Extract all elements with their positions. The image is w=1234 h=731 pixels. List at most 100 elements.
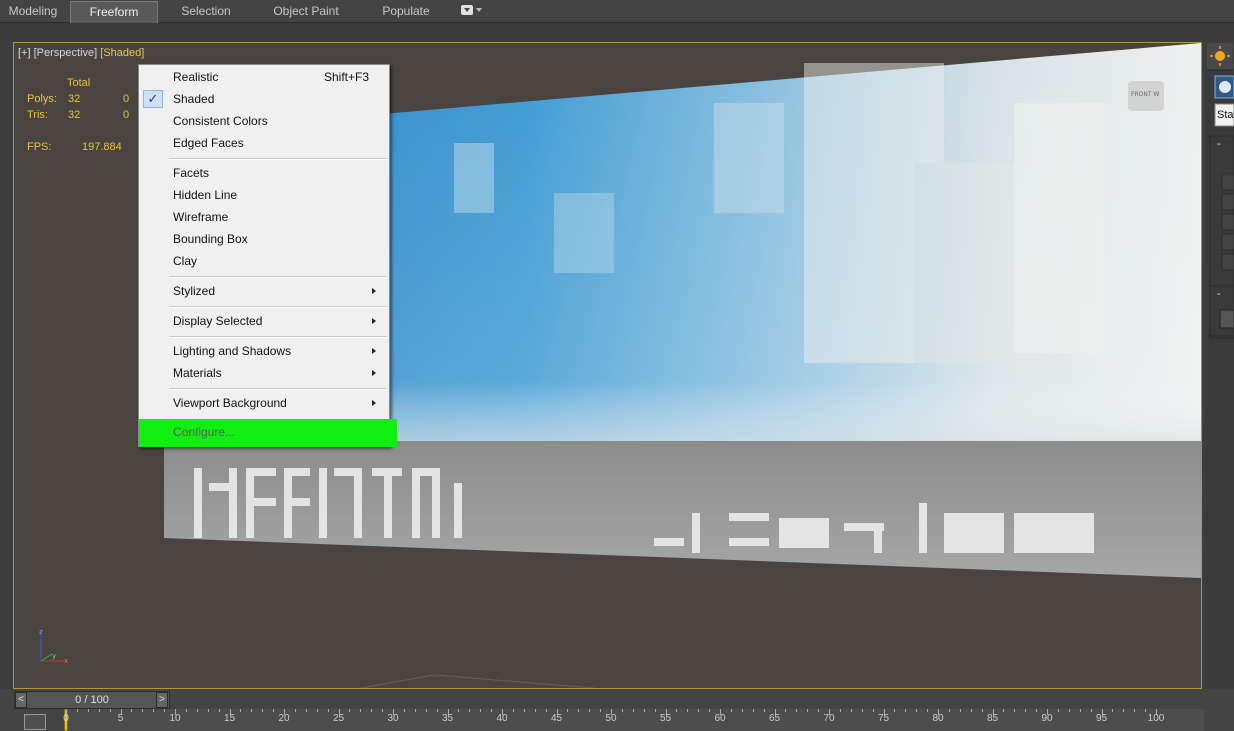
tab-modeling[interactable]: Modeling <box>0 0 66 22</box>
submenu-arrow-icon <box>372 400 376 406</box>
axis-tripod-icon: z x y <box>39 628 68 665</box>
tick-mark <box>643 709 645 712</box>
tick-label: 60 <box>714 713 726 724</box>
tick-label: 65 <box>768 713 781 724</box>
stats-fps-value: 197.884 <box>82 141 122 153</box>
menu-separator <box>169 158 387 160</box>
menu-item-materials[interactable]: Materials <box>139 362 389 384</box>
viewport-shading-label[interactable]: [Shaded] <box>100 47 144 59</box>
ribbon-options-dropdown[interactable] <box>461 5 483 17</box>
tick-mark <box>1079 709 1081 712</box>
tick-mark <box>927 709 929 712</box>
checkmark-icon: ✓ <box>143 90 163 108</box>
prev-frame-button[interactable]: < <box>15 692 27 708</box>
viewport-label[interactable]: [+] [Perspective] [Shaded] <box>18 47 144 59</box>
menu-item-viewport-background[interactable]: Viewport Background <box>139 392 389 414</box>
axis-z-label: z <box>39 628 43 636</box>
tick-mark <box>850 709 852 712</box>
menu-item-hidden-line[interactable]: Hidden Line <box>139 184 389 206</box>
stats-polys-label: Polys: <box>27 93 57 105</box>
next-frame-button[interactable]: > <box>156 692 168 708</box>
tick-mark <box>316 709 318 712</box>
menu-separator <box>169 276 387 278</box>
tick-mark <box>1090 709 1092 712</box>
tick-mark <box>1112 709 1114 712</box>
tick-mark <box>109 709 111 712</box>
tick-mark <box>523 709 525 712</box>
tick-mark <box>752 709 754 712</box>
tick-mark <box>916 709 918 712</box>
track-filter-icon[interactable] <box>24 714 46 730</box>
menu-item-label: Display Selected <box>173 314 263 328</box>
menu-item-bounding-box[interactable]: Bounding Box <box>139 228 389 250</box>
menu-item-shaded[interactable]: ✓ Shaded <box>139 88 389 110</box>
stats-polys-total: 32 <box>68 93 81 105</box>
tick-mark <box>698 709 700 712</box>
stats-fps-label: FPS: <box>27 141 52 153</box>
menu-item-display-selected[interactable]: Display Selected <box>139 310 389 332</box>
tick-mark <box>970 709 972 712</box>
tick-mark <box>600 709 602 712</box>
menu-item-label: Clay <box>173 254 198 268</box>
menu-item-label: Realistic <box>173 70 219 84</box>
tick-mark <box>763 709 765 712</box>
submenu-arrow-icon <box>372 318 376 324</box>
tick-label: 75 <box>877 713 890 724</box>
tab-populate[interactable]: Populate <box>366 0 446 22</box>
tab-selection[interactable]: Selection <box>163 0 249 22</box>
menu-item-edged-faces[interactable]: Edged Faces <box>139 132 389 154</box>
menu-item-shortcut: Shift+F3 <box>324 70 370 84</box>
menu-item-label: Stylized <box>173 284 216 298</box>
tick-mark <box>1145 709 1147 712</box>
tick-mark <box>872 709 874 712</box>
menu-separator <box>169 388 387 390</box>
chevron-down-icon <box>476 8 482 12</box>
menu-item-label: Configure... <box>173 425 236 439</box>
menu-item-clay[interactable]: Clay <box>139 250 389 272</box>
tick-label: 90 <box>1041 713 1053 724</box>
menu-item-stylized[interactable]: Stylized <box>139 280 389 302</box>
tick-mark <box>491 709 493 712</box>
tick-mark <box>196 709 198 712</box>
tick-mark <box>480 709 482 712</box>
tick-mark <box>1123 709 1125 712</box>
tick-mark <box>469 709 471 712</box>
stats-tris-total: 32 <box>68 109 81 121</box>
menu-item-configure[interactable]: Configure... <box>139 419 397 447</box>
menu-item-realistic[interactable]: Realistic Shift+F3 <box>139 66 389 88</box>
menu-item-consistent-colors[interactable]: Consistent Colors <box>139 110 389 132</box>
tick-label: 40 <box>496 713 508 724</box>
rollout-collapse-button[interactable]: - <box>1217 288 1221 300</box>
tick-mark <box>1068 709 1070 712</box>
menu-item-wireframe[interactable]: Wireframe <box>139 206 389 228</box>
tick-mark <box>959 709 961 712</box>
tick-mark <box>360 709 362 712</box>
tick-mark <box>218 709 220 712</box>
viewport-menu-plus[interactable]: [+] <box>18 47 31 59</box>
menu-item-label: Edged Faces <box>173 136 244 150</box>
tick-mark <box>425 709 427 712</box>
tick-mark <box>1003 709 1005 712</box>
menu-item-label: Consistent Colors <box>173 114 268 128</box>
type-dropdown-text[interactable]: Sta <box>1217 109 1234 121</box>
tab-freeform[interactable]: Freeform <box>70 1 158 23</box>
menu-separator <box>169 336 387 338</box>
viewcube[interactable]: FRONT W <box>1128 81 1164 111</box>
menu-item-label: Wireframe <box>173 210 229 224</box>
rollout-collapse-button[interactable]: - <box>1217 138 1221 150</box>
tick-mark <box>1036 709 1038 712</box>
tick-label: 70 <box>823 713 835 724</box>
track-bar[interactable]: 0 5 10 15 20 25 30 35 40 45 50 55 60 65 70 75 80 85 90 95 10… <box>63 709 1204 731</box>
tick-mark <box>240 709 242 712</box>
tick-mark <box>807 709 809 712</box>
tick-mark <box>567 709 569 712</box>
tick-label: 85 <box>986 713 999 724</box>
stats-polys-selected: 0 <box>123 93 130 105</box>
tab-object-paint[interactable]: Object Paint <box>258 0 354 22</box>
menu-item-facets[interactable]: Facets <box>139 162 389 184</box>
tick-mark <box>327 709 329 712</box>
viewport-view-label[interactable]: [Perspective] <box>34 47 98 59</box>
tick-label: 45 <box>550 713 563 724</box>
menu-item-lighting-and-shadows[interactable]: Lighting and Shadows <box>139 340 389 362</box>
time-slider[interactable]: < 0 / 100 > <box>14 691 170 709</box>
